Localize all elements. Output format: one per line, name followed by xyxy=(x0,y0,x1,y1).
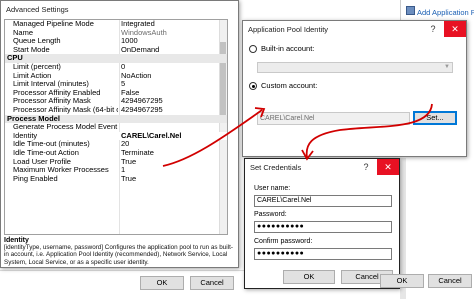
app-pool-cancel-button[interactable]: Cancel xyxy=(428,274,472,288)
help-icon[interactable]: ? xyxy=(422,21,444,37)
property-value[interactable]: 0 xyxy=(121,63,227,72)
username-field[interactable]: CAREL\Carel.Nel xyxy=(254,195,392,207)
close-icon[interactable]: ✕ xyxy=(377,159,399,175)
app-pool-identity-titlebar: Application Pool Identity ? ✕ xyxy=(243,21,466,38)
property-row[interactable]: Ping Enabled True xyxy=(5,174,227,184)
property-row[interactable]: Processor Affinity Enabled False xyxy=(5,88,227,98)
description-title: Identity xyxy=(4,237,29,244)
app-pool-identity-title: Application Pool Identity xyxy=(248,25,329,34)
property-value[interactable]: NoAction xyxy=(121,72,227,81)
advanced-cancel-button[interactable]: Cancel xyxy=(190,276,234,290)
advanced-settings-window: Advanced Settings Managed Pipeline Mode I… xyxy=(0,0,239,268)
property-row[interactable]: Idle Time-out Action Terminate xyxy=(5,149,227,158)
username-label: User name: xyxy=(254,185,291,192)
property-value[interactable]: Terminate xyxy=(121,149,227,158)
property-name: Load User Profile xyxy=(13,157,71,166)
property-value[interactable]: 1000 xyxy=(121,37,227,46)
property-value[interactable]: CAREL\Carel.Nel xyxy=(121,132,227,141)
property-name: Managed Pipeline Mode xyxy=(13,20,94,28)
property-value[interactable]: False xyxy=(121,89,227,98)
property-name: Maximum Worker Processes xyxy=(13,166,109,175)
property-value[interactable]: Integrated xyxy=(121,20,227,29)
property-value[interactable]: 4294967295 xyxy=(121,106,227,115)
category-row[interactable]: Process Model xyxy=(5,114,227,124)
property-name: CPU xyxy=(7,54,23,63)
application-pool-identity-window: Application Pool Identity ? ✕ Built-in a… xyxy=(242,20,467,157)
ok-button[interactable]: OK xyxy=(283,270,335,284)
custom-account-radio[interactable] xyxy=(249,82,257,91)
property-grid[interactable]: Managed Pipeline Mode Integrated Name Windo… xyxy=(4,19,228,235)
property-value[interactable]: True xyxy=(121,175,227,184)
property-name: Limit Action xyxy=(13,71,52,80)
confirm-password-label: Confirm password: xyxy=(254,238,313,245)
property-value[interactable]: OnDemand xyxy=(121,46,227,55)
property-row[interactable]: Maximum Worker Processes 1 xyxy=(5,166,227,175)
app-pool-ok-button[interactable]: OK xyxy=(380,274,424,288)
advanced-settings-title: Advanced Settings xyxy=(6,5,69,14)
property-row[interactable]: Limit (percent) 0 xyxy=(5,63,227,72)
property-name: Name xyxy=(13,28,34,37)
confirm-password-field[interactable]: ●●●●●●●●●● xyxy=(254,248,392,260)
custom-account-label: Custom account: xyxy=(261,81,318,90)
description-text: [identityType, username, password] Confi… xyxy=(4,244,233,266)
set-button[interactable]: Set... xyxy=(413,111,457,125)
property-value[interactable]: True xyxy=(121,158,227,167)
property-name: Queue Length xyxy=(13,37,61,46)
category-row[interactable]: CPU xyxy=(5,54,227,63)
close-icon[interactable]: ✕ xyxy=(444,21,466,37)
property-row[interactable]: Load User Profile True xyxy=(5,157,227,167)
app-pool-icon xyxy=(406,6,415,15)
property-row[interactable]: Generate Process Model Event L xyxy=(5,123,227,132)
set-credentials-titlebar: Set Credentials ? ✕ xyxy=(245,159,399,176)
property-name: Process Model xyxy=(7,114,60,123)
property-name: Limit Interval (minutes) xyxy=(13,80,89,89)
property-value[interactable]: WindowsAuth xyxy=(121,29,227,38)
description-panel: Identity [identityType, username, passwo… xyxy=(4,237,234,267)
password-field[interactable]: ●●●●●●●●●● xyxy=(254,221,392,233)
property-name: Start Mode xyxy=(13,45,50,54)
actions-header: Add Application Pool xyxy=(400,0,474,20)
property-value[interactable]: 20 xyxy=(121,140,227,149)
property-row[interactable]: Identity CAREL\Carel.Nel xyxy=(5,131,227,141)
property-row[interactable]: Limit Action NoAction xyxy=(5,71,227,81)
property-row[interactable]: Processor Affinity Mask 4294967295 xyxy=(5,97,227,106)
property-row[interactable]: Processor Affinity Mask (64-bit op 429496… xyxy=(5,106,227,115)
property-row[interactable]: Idle Time-out (minutes) 20 xyxy=(5,140,227,149)
property-name: Processor Affinity Mask xyxy=(13,97,91,106)
add-application-pool-link[interactable]: Add Application Pool xyxy=(417,8,474,17)
property-row[interactable]: Start Mode OnDemand xyxy=(5,45,227,55)
property-value[interactable]: 5 xyxy=(121,80,227,89)
custom-account-option[interactable]: Custom account: xyxy=(249,81,317,91)
property-name: Identity xyxy=(13,131,38,140)
property-name: Idle Time-out Action xyxy=(13,149,79,157)
builtin-account-radio[interactable] xyxy=(249,45,257,54)
property-row[interactable]: Limit Interval (minutes) 5 xyxy=(5,80,227,89)
property-value[interactable]: 4294967295 xyxy=(121,97,227,106)
builtin-account-label: Built-in account: xyxy=(261,44,315,53)
property-row[interactable]: Queue Length 1000 xyxy=(5,37,227,46)
builtin-account-select[interactable]: ▼ xyxy=(257,62,453,73)
advanced-settings-titlebar: Advanced Settings xyxy=(1,1,238,18)
custom-account-field: CAREL\Carel.Nel xyxy=(257,112,410,125)
property-name: Processor Affinity Mask (64-bit op xyxy=(13,106,118,114)
property-name: Limit (percent) xyxy=(13,63,61,71)
property-row[interactable]: Managed Pipeline Mode Integrated xyxy=(5,20,227,29)
set-credentials-window: Set Credentials ? ✕ User name: CAREL\Car… xyxy=(244,158,400,289)
password-label: Password: xyxy=(254,211,287,218)
help-icon[interactable]: ? xyxy=(355,159,377,175)
chevron-down-icon: ▼ xyxy=(444,64,450,70)
property-name: Processor Affinity Enabled xyxy=(13,88,101,97)
set-credentials-title: Set Credentials xyxy=(250,163,302,172)
builtin-account-option[interactable]: Built-in account: xyxy=(249,44,314,54)
property-name: Generate Process Model Event L xyxy=(13,123,118,132)
property-row[interactable]: Name WindowsAuth xyxy=(5,28,227,38)
property-value[interactable]: 1 xyxy=(121,166,227,175)
advanced-ok-button[interactable]: OK xyxy=(140,276,184,290)
property-name: Idle Time-out (minutes) xyxy=(13,140,90,149)
property-name: Ping Enabled xyxy=(13,174,58,183)
